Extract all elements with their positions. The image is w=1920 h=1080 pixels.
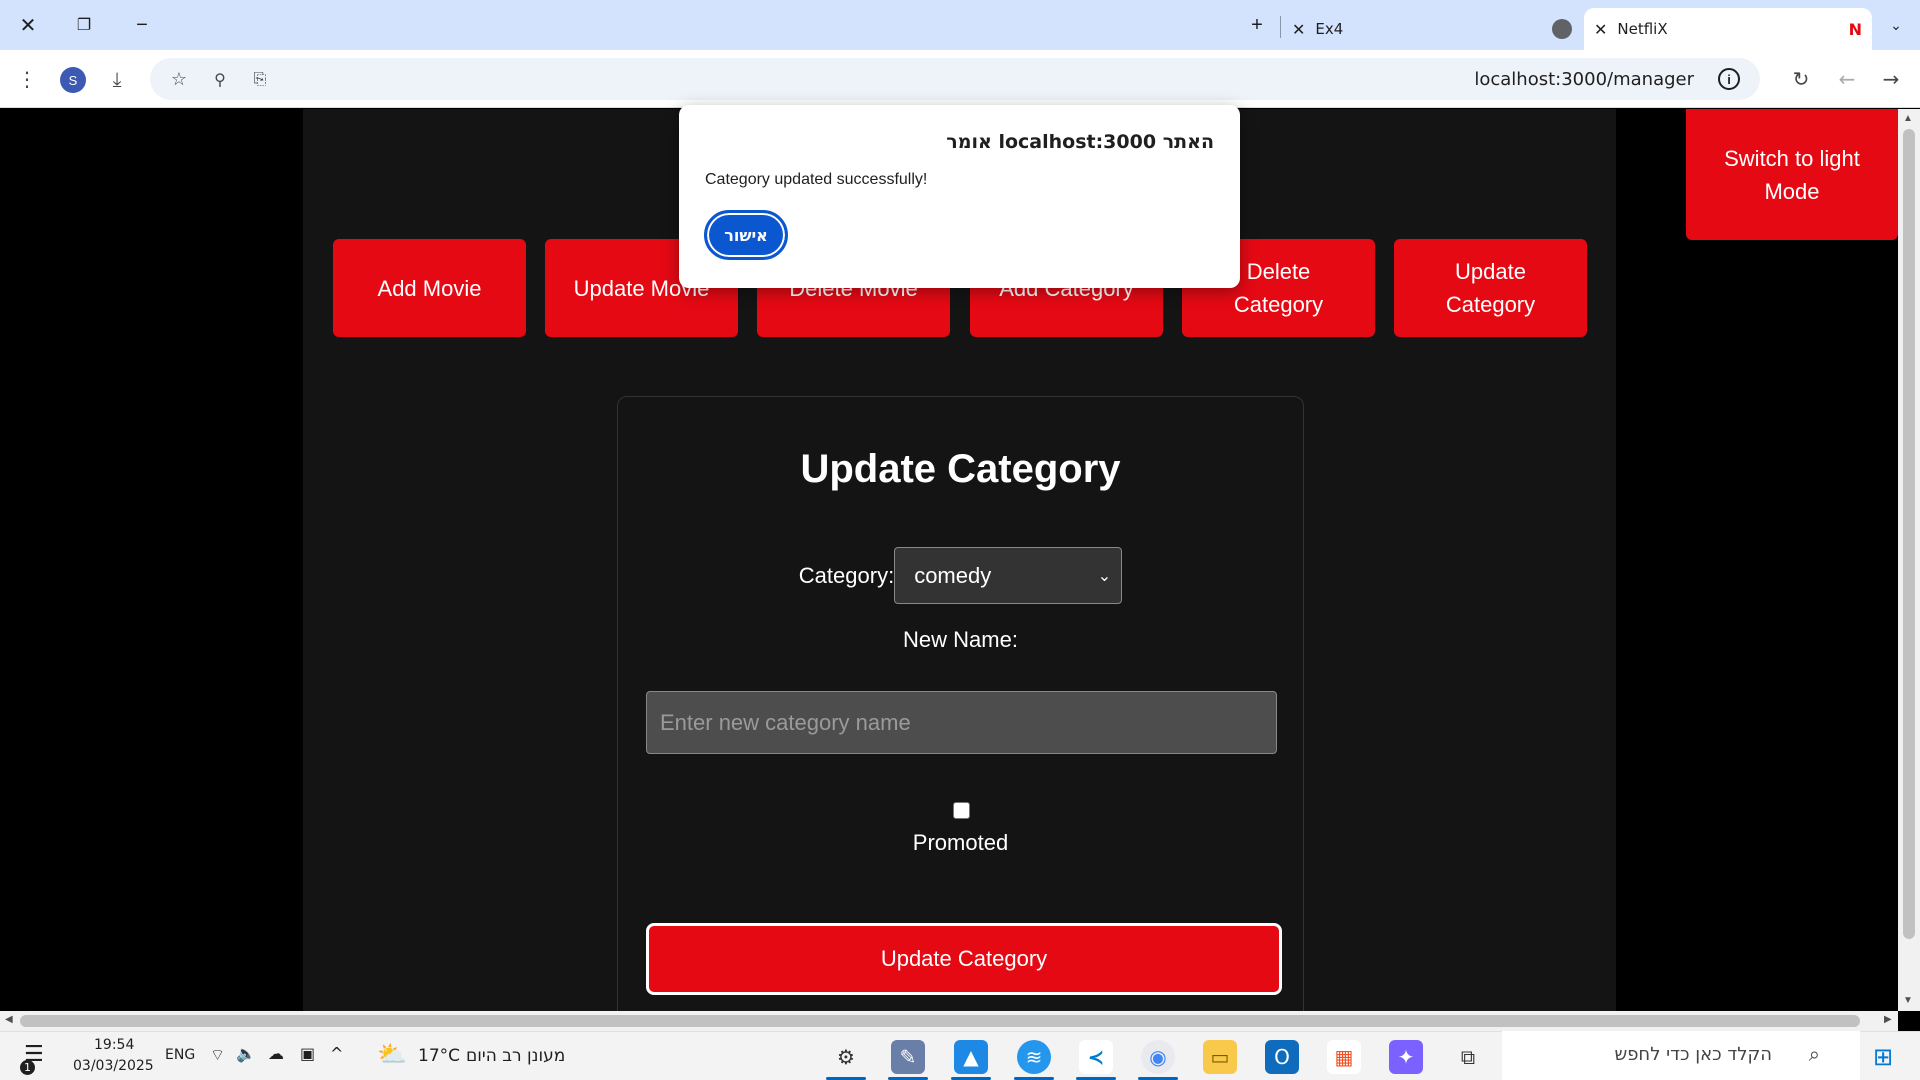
taskbar-search-placeholder: הקלד כאן כדי לחפש bbox=[1614, 1044, 1772, 1065]
task-view-icon[interactable]: ⧉ bbox=[1451, 1040, 1485, 1074]
dialog-ok-button[interactable]: אישור bbox=[704, 210, 788, 260]
show-hidden-icons-chevron-icon[interactable]: ^ bbox=[330, 1044, 343, 1063]
category-row: Category: comedy ⌄ bbox=[618, 547, 1303, 604]
switch-theme-button[interactable]: Switch to light Mode bbox=[1686, 109, 1898, 240]
translate-icon[interactable]: ⎘ bbox=[245, 64, 275, 94]
zoom-icon[interactable]: ⚲ bbox=[205, 64, 235, 94]
search-icon: ⌕ bbox=[1808, 1042, 1820, 1066]
update-category-form: Update Category Category: comedy ⌄ New N… bbox=[617, 396, 1304, 1011]
promoted-label: Promoted bbox=[912, 830, 1009, 855]
vscode-app-icon[interactable]: ≺ bbox=[1079, 1040, 1113, 1074]
add-movie-button[interactable]: Add Movie bbox=[333, 239, 526, 337]
scroll-left-arrow-icon[interactable]: ◀ bbox=[5, 1014, 13, 1025]
chrome-app-icon[interactable]: ◉ bbox=[1141, 1040, 1175, 1074]
category-select[interactable]: comedy ⌄ bbox=[894, 547, 1123, 604]
tab-label: NetfliX bbox=[1617, 20, 1668, 38]
microsoft-store-icon[interactable]: ▦ bbox=[1327, 1040, 1361, 1074]
photos-app-icon[interactable]: ▲ bbox=[954, 1040, 988, 1074]
close-window-icon[interactable]: ✕ bbox=[8, 8, 48, 42]
tab-label: Ex4 bbox=[1315, 20, 1344, 38]
paint-app-icon[interactable]: ✎ bbox=[891, 1040, 925, 1074]
copilot-app-icon[interactable]: ✦ bbox=[1389, 1040, 1423, 1074]
horizontal-scrollbar[interactable]: ◀ ▶ bbox=[0, 1011, 1898, 1031]
scroll-right-arrow-icon[interactable]: ▶ bbox=[1884, 1014, 1892, 1025]
weather-temperature[interactable]: 17°C bbox=[418, 1046, 460, 1066]
address-bar[interactable]: ☆ ⚲ ⎘ localhost:3000/manager i bbox=[150, 58, 1760, 100]
category-label: Category: bbox=[798, 562, 895, 588]
download-icon[interactable]: ⤓ bbox=[102, 64, 132, 94]
volume-icon[interactable]: 🔈 bbox=[236, 1044, 256, 1063]
outlook-app-icon[interactable]: O bbox=[1265, 1040, 1299, 1074]
dialog-message: Category updated successfully! bbox=[705, 171, 928, 188]
globe-icon bbox=[1552, 19, 1572, 39]
netflix-logo-icon: N bbox=[1848, 19, 1862, 39]
info-icon[interactable]: i bbox=[1718, 68, 1740, 90]
menu-icon[interactable]: ⋮ bbox=[12, 64, 42, 94]
new-name-input[interactable]: Enter new category name bbox=[646, 691, 1277, 754]
clock-date[interactable]: 03/03/2025 bbox=[73, 1058, 154, 1074]
language-indicator[interactable]: ENG bbox=[165, 1047, 195, 1063]
tab-netflix[interactable]: ✕ NetfliX N bbox=[1584, 8, 1872, 50]
promoted-checkbox[interactable] bbox=[953, 802, 970, 819]
new-name-label: New Name: bbox=[903, 627, 1018, 652]
taskbar-search-box[interactable]: הקלד כאן כדי לחפש ⌕ bbox=[1502, 1031, 1860, 1080]
category-selected-value: comedy bbox=[914, 562, 992, 588]
url-text: localhost:3000/manager bbox=[1474, 69, 1694, 90]
minimize-window-icon[interactable]: − bbox=[122, 8, 162, 42]
tab-search-chevron-icon[interactable]: ⌄ bbox=[1876, 8, 1916, 42]
windows-start-icon[interactable]: ⊞ bbox=[1873, 1043, 1893, 1071]
tab-strip: ✕ ❐ − + ✕ Ex4 ✕ NetfliX N ⌄ bbox=[0, 0, 1920, 50]
scroll-up-arrow-icon[interactable]: ▲ bbox=[1903, 113, 1913, 124]
forward-icon[interactable]: → bbox=[1876, 64, 1906, 94]
back-icon[interactable]: ← bbox=[1832, 64, 1862, 94]
submit-update-category-button[interactable]: Update Category bbox=[646, 923, 1282, 995]
device-icon[interactable]: ▣ bbox=[300, 1044, 315, 1063]
scroll-down-arrow-icon[interactable]: ▼ bbox=[1903, 995, 1913, 1006]
close-tab-icon[interactable]: ✕ bbox=[1292, 20, 1305, 39]
settings-icon[interactable]: ⚙ bbox=[829, 1040, 863, 1074]
tab-separator bbox=[1280, 16, 1281, 38]
new-name-placeholder: Enter new category name bbox=[660, 709, 911, 735]
tab-ex4[interactable]: ✕ Ex4 bbox=[1282, 8, 1582, 50]
browser-toolbar: ⋮ ⤓ ☆ ⚲ ⎘ localhost:3000/manager i ↻ ← → bbox=[0, 50, 1920, 108]
restore-window-icon[interactable]: ❐ bbox=[64, 8, 104, 42]
horizontal-scroll-thumb[interactable] bbox=[20, 1015, 1860, 1027]
dialog-title: האתר localhost:3000 אומר bbox=[946, 131, 1214, 153]
alert-dialog: האתר localhost:3000 אומר Category update… bbox=[679, 105, 1240, 288]
weather-description[interactable]: מעונן רב היום bbox=[466, 1046, 565, 1066]
vertical-scroll-thumb[interactable] bbox=[1903, 129, 1915, 939]
docker-app-icon[interactable]: ≋ bbox=[1017, 1040, 1051, 1074]
star-icon[interactable]: ☆ bbox=[164, 64, 194, 94]
notification-count-badge: 1 bbox=[20, 1060, 35, 1075]
weather-icon[interactable]: ⛅ bbox=[377, 1040, 407, 1068]
update-category-button[interactable]: Update Category bbox=[1394, 239, 1587, 337]
new-tab-button[interactable]: + bbox=[1237, 8, 1277, 42]
file-explorer-icon[interactable]: ▭ bbox=[1203, 1040, 1237, 1074]
vertical-scrollbar[interactable]: ▲ ▼ bbox=[1898, 109, 1920, 1011]
wifi-icon[interactable]: ⌔ bbox=[210, 1045, 225, 1065]
cloud-sync-icon[interactable]: ☁ bbox=[268, 1044, 284, 1063]
clock-time[interactable]: 19:54 bbox=[94, 1037, 134, 1053]
reload-icon[interactable]: ↻ bbox=[1786, 64, 1816, 94]
profile-avatar[interactable]: S bbox=[60, 67, 86, 93]
close-tab-icon[interactable]: ✕ bbox=[1594, 20, 1607, 39]
form-title: Update Category bbox=[800, 447, 1121, 491]
chevron-down-icon: ⌄ bbox=[1097, 566, 1112, 585]
